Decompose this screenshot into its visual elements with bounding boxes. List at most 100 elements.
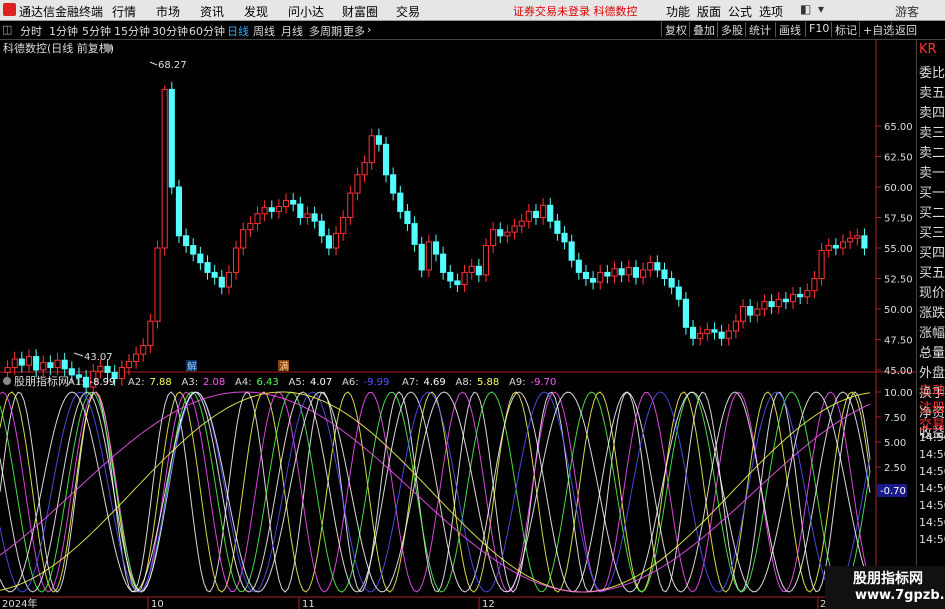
- side-panel-item[interactable]: 买二: [919, 202, 945, 221]
- side-panel-item[interactable]: 卖四: [919, 102, 945, 121]
- candle-body[interactable]: [54, 359, 61, 369]
- candle-body[interactable]: [140, 345, 147, 355]
- candle-body[interactable]: [782, 298, 789, 303]
- candle-body[interactable]: [461, 271, 468, 286]
- side-panel-item[interactable]: 买一: [919, 182, 945, 201]
- period-minute[interactable]: 分时: [20, 23, 42, 39]
- candle-body[interactable]: [340, 217, 347, 234]
- candle-body[interactable]: [11, 358, 18, 369]
- candle-body[interactable]: [161, 88, 168, 249]
- candle-body[interactable]: [40, 362, 47, 371]
- candle-body[interactable]: [418, 243, 425, 271]
- menu-layout[interactable]: 版面: [697, 3, 721, 20]
- side-panel-item[interactable]: 外盘: [919, 362, 945, 381]
- tool-back[interactable]: 返回: [891, 22, 917, 37]
- period-60min[interactable]: 60分钟: [189, 23, 225, 39]
- candle-body[interactable]: [225, 271, 232, 288]
- tool-watchlist[interactable]: +自选: [859, 22, 894, 37]
- side-panel-item[interactable]: 涨幅: [919, 322, 945, 341]
- candle-body[interactable]: [490, 229, 497, 247]
- collapse-icon[interactable]: ◫: [2, 23, 12, 36]
- side-panel-item[interactable]: 卖三: [919, 122, 945, 141]
- indicator-menu-icon[interactable]: [3, 377, 11, 385]
- candle-body[interactable]: [18, 358, 25, 366]
- period-weekly[interactable]: 周线: [253, 23, 275, 39]
- side-panel-item[interactable]: 买四: [919, 242, 945, 261]
- candle-body[interactable]: [440, 253, 447, 273]
- candle-body[interactable]: [854, 235, 861, 239]
- side-panel-item[interactable]: 14:50: [919, 499, 945, 512]
- candle-body[interactable]: [739, 306, 747, 322]
- candle-body[interactable]: [47, 362, 54, 369]
- candle-body[interactable]: [332, 232, 340, 249]
- candle-body[interactable]: [475, 265, 482, 276]
- candle-body[interactable]: [133, 353, 140, 362]
- candle-body[interactable]: [454, 280, 461, 286]
- candle-body[interactable]: [711, 329, 718, 333]
- candle-body[interactable]: [839, 241, 847, 249]
- candle-body[interactable]: [318, 220, 325, 237]
- candle-body[interactable]: [354, 174, 361, 194]
- settings-icon[interactable]: ▾: [818, 2, 824, 16]
- candle-body[interactable]: [382, 143, 390, 176]
- menu-function[interactable]: 功能: [666, 3, 690, 20]
- candle-body[interactable]: [425, 241, 432, 271]
- menu-trade[interactable]: 交易: [396, 3, 420, 20]
- side-panel-item[interactable]: 14:50: [919, 516, 945, 529]
- candle-body[interactable]: [104, 365, 111, 373]
- candle-body[interactable]: [640, 269, 647, 278]
- menu-market[interactable]: 市场: [156, 3, 180, 20]
- chart-area[interactable]: 科德数控(日线 前复权) 65.00 62.50 60.00 57.50 55.00 52…: [0, 40, 945, 609]
- candle-body[interactable]: [611, 268, 618, 277]
- side-panel-item[interactable]: 卖五: [919, 82, 945, 101]
- candle-body[interactable]: [582, 271, 590, 279]
- side-panel-item[interactable]: 委比: [919, 62, 945, 81]
- candle-body[interactable]: [447, 271, 454, 282]
- candle-body[interactable]: [61, 359, 68, 370]
- side-panel-item[interactable]: 总量: [919, 342, 945, 361]
- candle-body[interactable]: [25, 356, 33, 366]
- candle-body[interactable]: [754, 308, 761, 316]
- candle-body[interactable]: [347, 192, 354, 219]
- candle-body[interactable]: [297, 203, 304, 219]
- candle-body[interactable]: [725, 330, 732, 339]
- candle-body[interactable]: [254, 213, 261, 225]
- side-panel-item[interactable]: 14:50: [919, 465, 945, 478]
- candle-body[interactable]: [325, 235, 332, 249]
- side-panel-item[interactable]: 买五: [919, 262, 945, 281]
- candle-body[interactable]: [797, 293, 804, 298]
- period-more[interactable]: 更多: [343, 23, 365, 39]
- period-daily[interactable]: 日线: [227, 23, 249, 39]
- side-panel-item[interactable]: KR: [919, 42, 937, 57]
- candle-body[interactable]: [211, 271, 218, 278]
- candle-body[interactable]: [661, 269, 668, 280]
- candle-body[interactable]: [33, 356, 40, 371]
- chevron-right-icon[interactable]: ›: [367, 23, 371, 36]
- candle-body[interactable]: [847, 237, 854, 243]
- candle-body[interactable]: [175, 186, 183, 237]
- candle-body[interactable]: [154, 247, 161, 322]
- candle-body[interactable]: [432, 241, 440, 255]
- candle-body[interactable]: [411, 223, 418, 245]
- candle-body[interactable]: [697, 332, 704, 339]
- candle-body[interactable]: [575, 259, 582, 273]
- candle-body[interactable]: [397, 192, 404, 212]
- candle-body[interactable]: [568, 241, 575, 261]
- candle-body[interactable]: [718, 331, 725, 339]
- menu-news[interactable]: 资讯: [200, 3, 224, 20]
- candle-body[interactable]: [390, 174, 397, 194]
- candle-body[interactable]: [247, 223, 254, 231]
- menu-discover[interactable]: 发现: [244, 3, 268, 20]
- candle-body[interactable]: [468, 265, 475, 273]
- candle-body[interactable]: [861, 235, 868, 249]
- candle-body[interactable]: [197, 253, 204, 264]
- candle-body[interactable]: [368, 135, 375, 164]
- candle-body[interactable]: [818, 249, 825, 280]
- candle-body[interactable]: [604, 271, 611, 277]
- side-panel-item[interactable]: 卖二: [919, 142, 945, 161]
- guest-label[interactable]: 游客: [895, 3, 919, 20]
- candle-body[interactable]: [561, 232, 568, 243]
- tool-draw[interactable]: 画线: [775, 22, 801, 37]
- period-monthly[interactable]: 月线: [281, 23, 303, 39]
- candle-body[interactable]: [590, 278, 597, 283]
